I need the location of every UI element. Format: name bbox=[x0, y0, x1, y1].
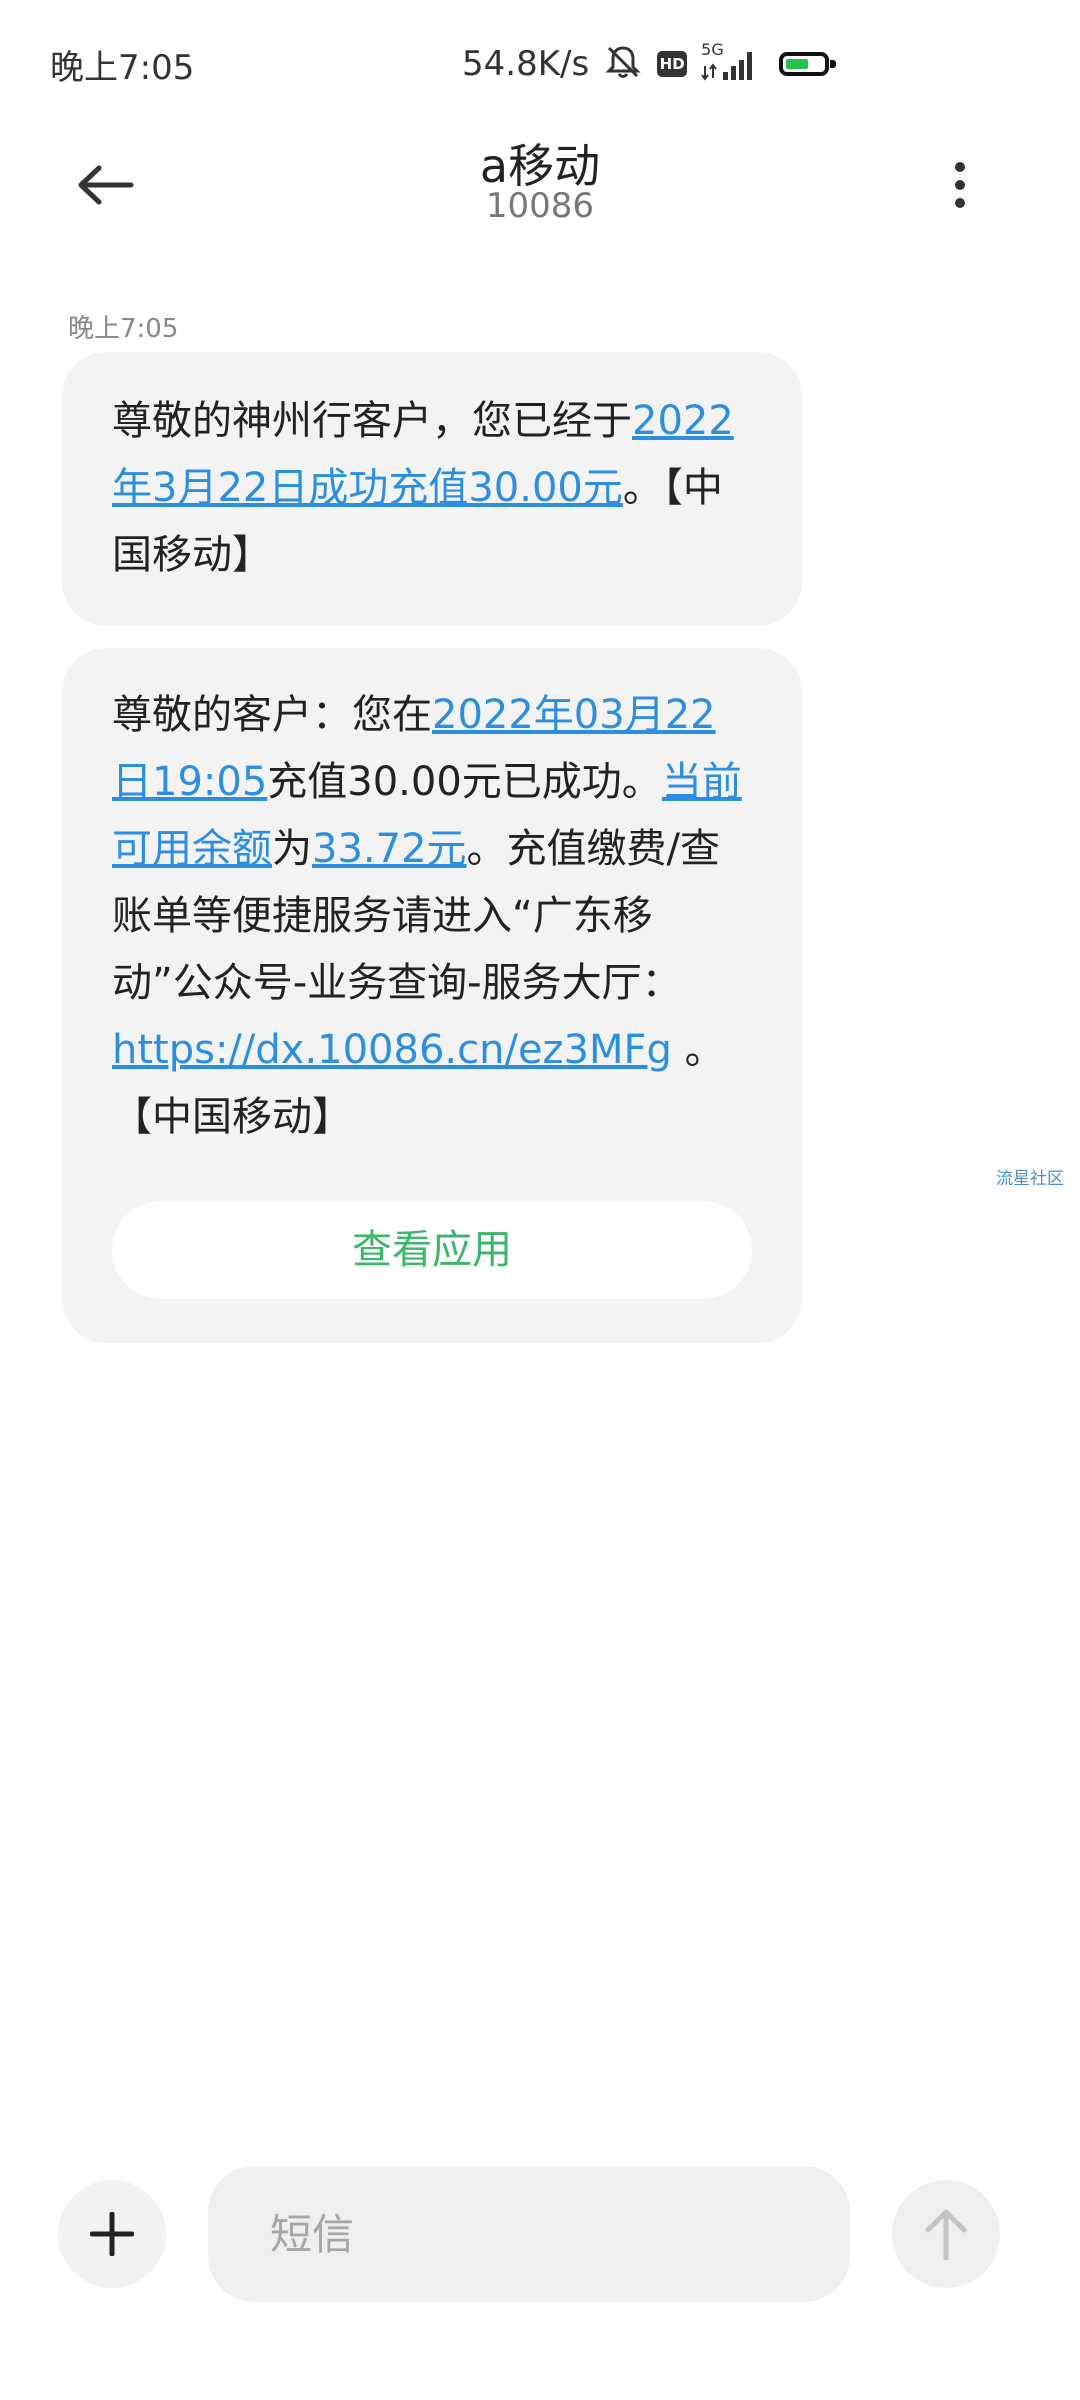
message-text: 尊敬的客户：您在2022年03月22日19:05充值30.00元已成功。当前可用… bbox=[112, 682, 752, 1151]
send-arrow-icon bbox=[925, 2209, 967, 2260]
send-button[interactable] bbox=[892, 2180, 1000, 2288]
message-bubble: 尊敬的客户：您在2022年03月22日19:05充值30.00元已成功。当前可用… bbox=[62, 648, 802, 1343]
contact-number: 10086 bbox=[485, 186, 595, 226]
status-time: 晚上7:05 bbox=[50, 48, 195, 88]
message-timestamp: 晚上7:05 bbox=[68, 314, 179, 344]
mute-bell-icon bbox=[603, 42, 643, 86]
url-link[interactable]: https://dx.10086.cn/ez3MFg bbox=[112, 1027, 672, 1073]
more-options-button[interactable] bbox=[930, 140, 990, 230]
status-bar: 晚上7:05 54.8K/s HD 5G bbox=[0, 0, 1080, 130]
network-speed: 54.8K/s bbox=[462, 44, 590, 84]
conversation-header: a移动 10086 bbox=[0, 130, 1080, 270]
message-text: 尊敬的神州行客户，您已经于2022年3月22日成功充值30.00元。【中国移动】 bbox=[112, 388, 752, 589]
watermark-label: 流星社区 bbox=[996, 1169, 1064, 1189]
text-segment: 充值30.00元已成功。 bbox=[267, 759, 662, 805]
signal-5g-icon: 5G bbox=[701, 40, 759, 84]
text-segment: 尊敬的客户：您在 bbox=[112, 692, 432, 738]
more-vert-icon bbox=[955, 162, 965, 208]
network-type: 5G bbox=[701, 40, 724, 59]
text-segment: 为 bbox=[272, 826, 312, 872]
text-segment: 尊敬的神州行客户，您已经于 bbox=[112, 398, 632, 444]
battery-tip bbox=[830, 60, 837, 68]
amount-link[interactable]: 33.72元 bbox=[312, 826, 467, 872]
message-bubble: 尊敬的神州行客户，您已经于2022年3月22日成功充值30.00元。【中国移动】 bbox=[62, 352, 802, 626]
message-input[interactable] bbox=[208, 2166, 850, 2302]
compose-bar bbox=[0, 2150, 1080, 2330]
view-app-button[interactable]: 查看应用 bbox=[112, 1201, 752, 1299]
attach-button[interactable] bbox=[58, 2180, 166, 2288]
plus-icon bbox=[90, 2212, 134, 2256]
battery-icon bbox=[779, 52, 837, 76]
status-icons: 54.8K/s HD 5G bbox=[462, 38, 837, 90]
hd-icon: HD bbox=[657, 51, 688, 77]
battery-level bbox=[786, 59, 809, 69]
